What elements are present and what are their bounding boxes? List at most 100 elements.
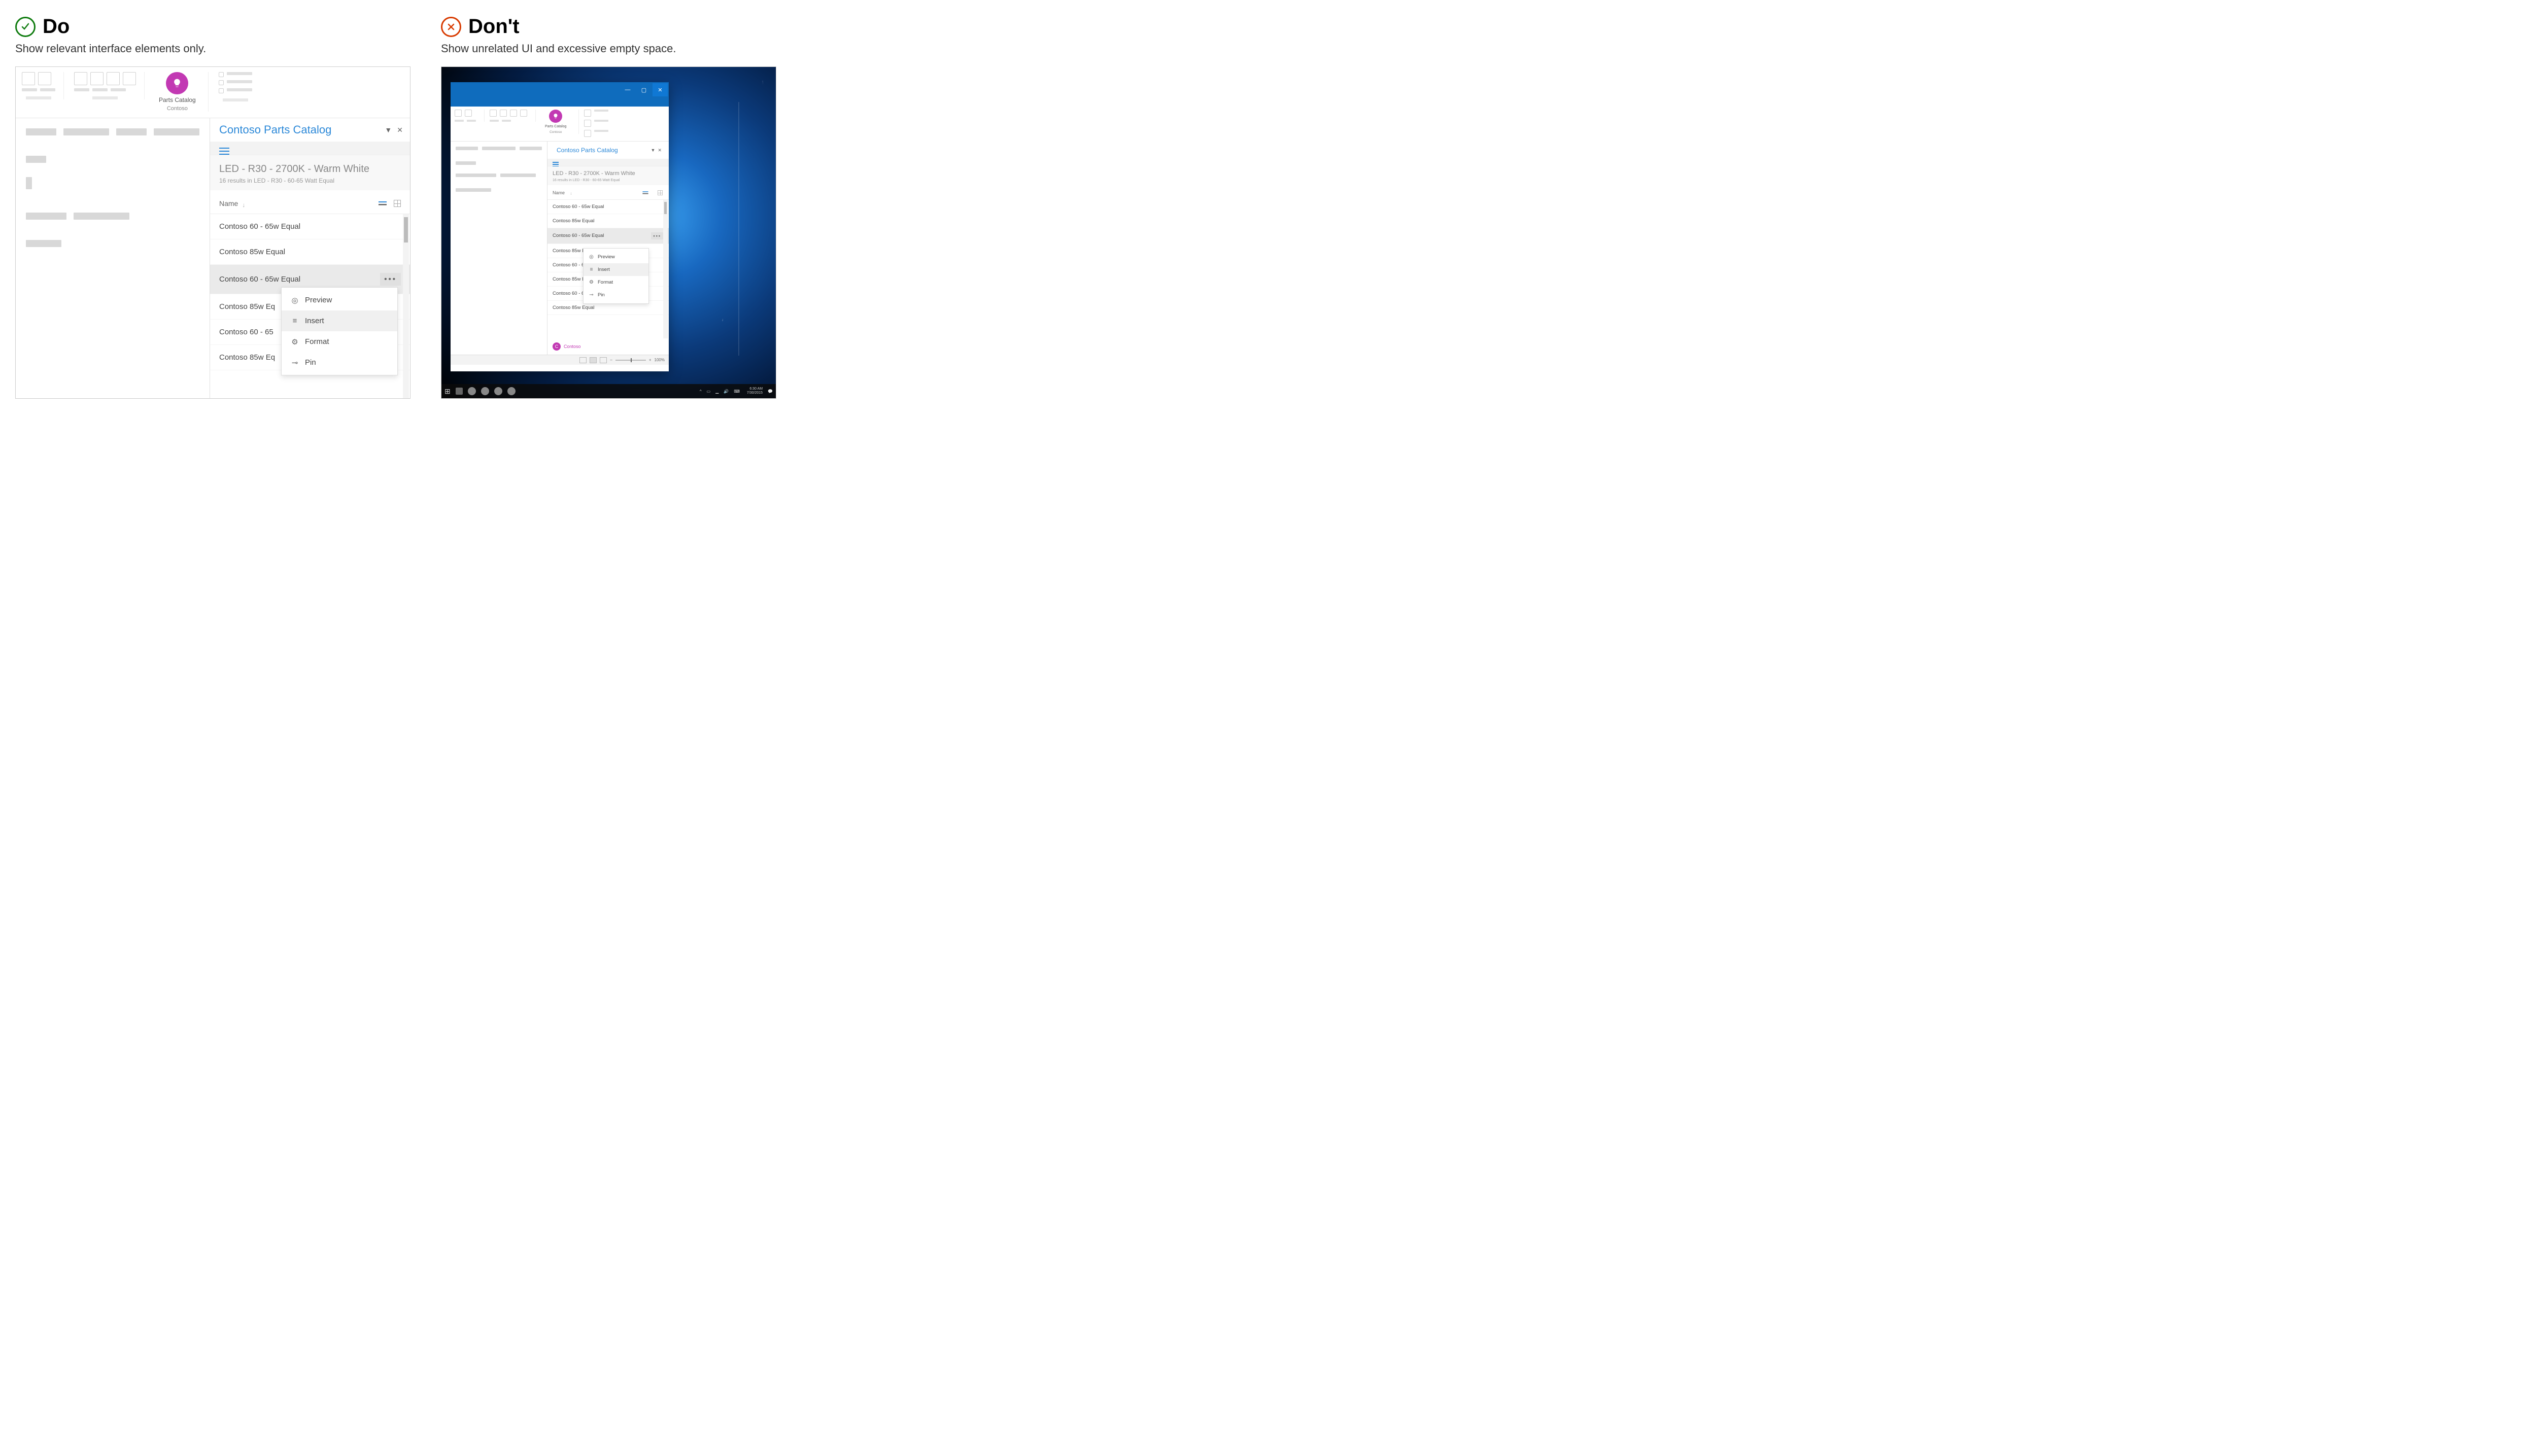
- list-item[interactable]: Contoso 85w Equal: [547, 214, 669, 228]
- x-icon: [441, 17, 461, 37]
- addin-label-1: Parts Catalog: [545, 125, 566, 128]
- ribbon-button-placeholder[interactable]: [520, 110, 527, 117]
- menu-preview[interactable]: ◎Preview: [282, 290, 397, 310]
- menu-format[interactable]: ⚙Format: [584, 276, 648, 289]
- tray-chevron-icon[interactable]: ^: [700, 389, 702, 394]
- tray-language-icon[interactable]: ⌨: [734, 389, 740, 394]
- zoom-plus[interactable]: +: [649, 358, 652, 362]
- more-icon[interactable]: •••: [380, 273, 401, 286]
- breadcrumb-title: LED - R30 - 2700K - Warm White: [553, 170, 664, 177]
- menu-pin[interactable]: ⊸Pin: [584, 289, 648, 301]
- scrollbar[interactable]: [663, 200, 668, 339]
- scrollbar[interactable]: [403, 214, 409, 399]
- desktop-wallpaper[interactable]: — ▢ ✕: [441, 67, 776, 398]
- hamburger-icon[interactable]: [553, 162, 559, 163]
- zoom-slider[interactable]: [615, 360, 646, 361]
- scrollbar-thumb[interactable]: [664, 202, 667, 214]
- addin-label-2: Contoso: [550, 130, 562, 134]
- menu-pin[interactable]: ⊸Pin: [282, 352, 397, 373]
- zoom-minus[interactable]: –: [610, 358, 612, 362]
- ribbon-button-placeholder[interactable]: [22, 72, 35, 85]
- ribbon-button-placeholder[interactable]: [123, 72, 136, 85]
- filter-icon[interactable]: [642, 191, 648, 194]
- taskbar-app-icon[interactable]: [507, 387, 516, 395]
- do-screenshot: Parts Catalog Contoso: [15, 66, 410, 399]
- ribbon-button-placeholder[interactable]: [455, 110, 462, 117]
- document-page[interactable]: [16, 118, 210, 399]
- view-mode-button[interactable]: [579, 357, 587, 363]
- menu-insert[interactable]: ≡Insert: [282, 310, 397, 331]
- taskbar-icon[interactable]: [456, 388, 463, 395]
- window-titlebar[interactable]: — ▢ ✕: [451, 82, 669, 97]
- list-item-label: Contoso 60 - 65w Equal: [553, 233, 604, 238]
- ribbon-button-placeholder[interactable]: [38, 72, 51, 85]
- start-button[interactable]: ⊞: [444, 387, 451, 396]
- ribbon-button-placeholder[interactable]: [465, 110, 472, 117]
- do-title: Do: [43, 15, 70, 38]
- ribbon-button-placeholder[interactable]: [500, 110, 507, 117]
- dont-subtitle: Show unrelated UI and excessive empty sp…: [441, 42, 776, 55]
- document-area: Contoso Parts Catalog ▼ ✕ LED - R30 -: [451, 142, 669, 355]
- dont-heading: Don't: [441, 15, 776, 38]
- insert-icon: ≡: [291, 317, 299, 325]
- taskbar-app-icon[interactable]: [494, 387, 502, 395]
- ribbon-button-placeholder[interactable]: [510, 110, 517, 117]
- list-item[interactable]: Contoso 60 - 65w Equal: [210, 214, 410, 239]
- ribbon-placeholder: [219, 88, 224, 93]
- ribbon-button-placeholder[interactable]: [74, 72, 87, 85]
- menu-preview[interactable]: ◎Preview: [584, 251, 648, 263]
- menu-insert[interactable]: ≡Insert: [584, 263, 648, 276]
- maximize-button[interactable]: ▢: [636, 83, 652, 96]
- ribbon-button-placeholder[interactable]: [107, 72, 120, 85]
- clock[interactable]: 6:30 AM 7/30/2015: [747, 387, 763, 395]
- pane-dropdown-icon[interactable]: ▼: [385, 126, 392, 134]
- pane-dropdown-icon[interactable]: ▼: [651, 148, 656, 153]
- grid-view-icon[interactable]: [394, 200, 401, 207]
- hamburger-icon[interactable]: [219, 148, 229, 149]
- list-item-label: Contoso 60 - 65: [219, 328, 273, 336]
- list-item-label: Contoso 85w Eq: [219, 302, 275, 311]
- ribbon-button-placeholder[interactable]: [490, 110, 497, 117]
- brand-footer[interactable]: C Contoso: [547, 338, 669, 355]
- menu-format[interactable]: ⚙Format: [282, 331, 397, 352]
- pane-close-icon[interactable]: ✕: [658, 148, 662, 153]
- view-mode-button[interactable]: [590, 357, 597, 363]
- scrollbar-thumb[interactable]: [404, 217, 408, 242]
- tray-notification-icon[interactable]: 💬: [768, 389, 773, 394]
- sort-header[interactable]: Name: [219, 199, 250, 207]
- results-list: Contoso 60 - 65w Equal Contoso 85w Equal…: [210, 214, 410, 399]
- window-tabs-bar[interactable]: [451, 97, 669, 107]
- tray-wifi-icon[interactable]: ▁: [715, 389, 718, 394]
- addin-button[interactable]: Parts Catalog Contoso: [155, 72, 200, 112]
- close-button[interactable]: ✕: [653, 83, 668, 96]
- ribbon-placeholder: [22, 88, 37, 91]
- grid-view-icon[interactable]: [658, 190, 663, 195]
- taskbar-app-icon[interactable]: [481, 387, 489, 395]
- filter-icon[interactable]: [379, 201, 387, 205]
- pane-close-icon[interactable]: ✕: [397, 126, 403, 134]
- taskbar-app-icon[interactable]: [468, 387, 476, 395]
- list-item[interactable]: Contoso 85w Equal: [210, 239, 410, 265]
- do-column: Do Show relevant interface elements only…: [15, 15, 410, 399]
- ribbon-button-placeholder[interactable]: [90, 72, 104, 85]
- list-item-selected[interactable]: Contoso 60 - 65w Equal •••: [547, 228, 669, 244]
- sort-header[interactable]: Name: [553, 190, 577, 196]
- pane-title: Contoso Parts Catalog: [219, 123, 331, 136]
- format-icon: ⚙: [291, 338, 299, 346]
- minimize-button[interactable]: —: [620, 83, 635, 96]
- insert-icon: ≡: [589, 267, 594, 272]
- addin-button[interactable]: Parts Catalog Contoso: [541, 110, 570, 134]
- windows-taskbar[interactable]: ⊞ ^ ▭ ▁ 🔊 ⌨ 6:30 AM: [441, 384, 776, 398]
- ribbon-placeholder: [219, 80, 224, 85]
- brand-avatar: C: [553, 342, 561, 351]
- list-item[interactable]: Contoso 60 - 65w Equal: [547, 200, 669, 214]
- view-mode-button[interactable]: [600, 357, 607, 363]
- zoom-value[interactable]: 100%: [655, 358, 665, 362]
- tray-volume-icon[interactable]: 🔊: [724, 389, 729, 394]
- tray-battery-icon[interactable]: ▭: [707, 389, 711, 394]
- context-menu: ◎Preview ≡Insert ⚙Format ⊸Pin: [583, 248, 649, 304]
- preview-icon: ◎: [291, 296, 299, 304]
- document-page[interactable]: [451, 142, 547, 355]
- more-icon[interactable]: •••: [651, 232, 664, 239]
- breadcrumb-subtitle: 16 results in LED - R30 - 60-65 Watt Equ…: [219, 177, 401, 184]
